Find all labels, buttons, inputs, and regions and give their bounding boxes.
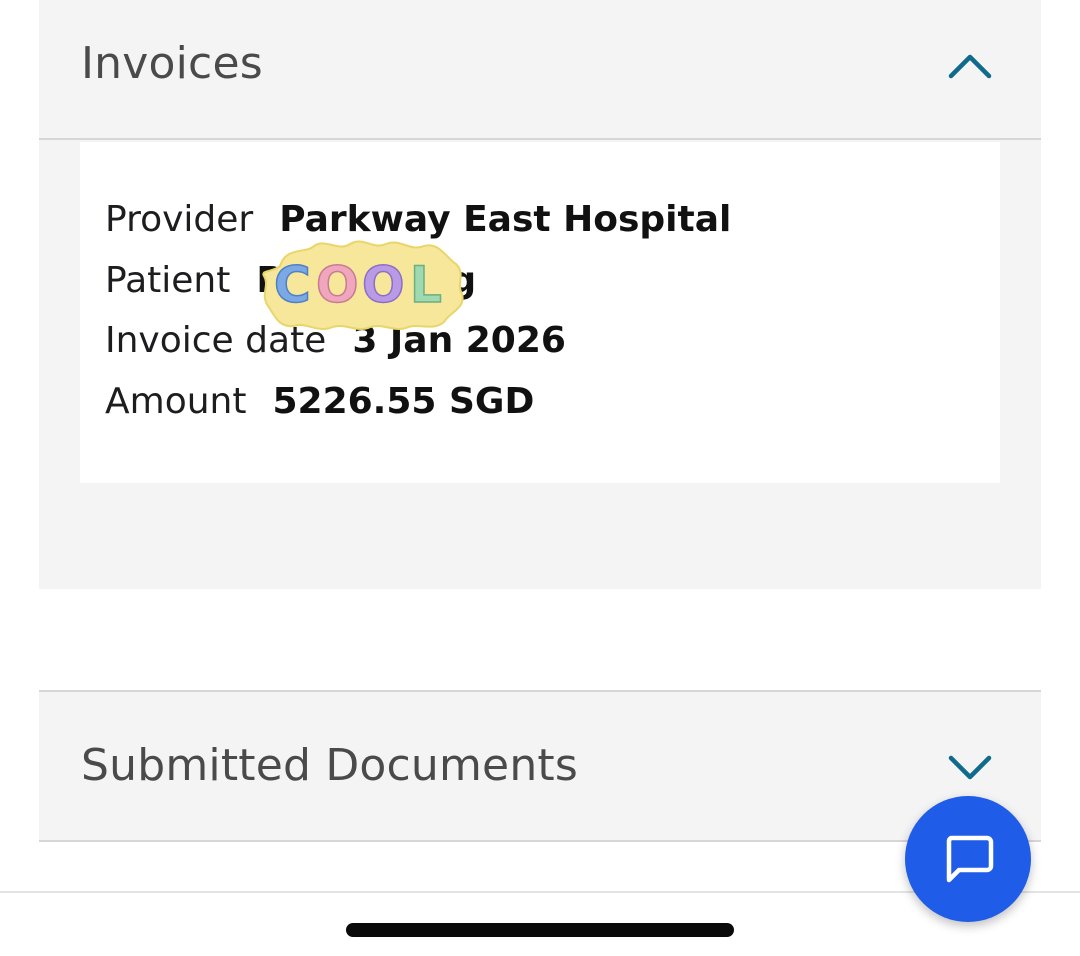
invoice-card[interactable]: ProviderParkway East Hospital PatientPng… — [80, 142, 1000, 483]
svg-text:L: L — [410, 256, 442, 314]
chat-bubble-icon — [946, 835, 994, 883]
chevron-down-icon[interactable] — [947, 754, 993, 784]
patient-label: Patient — [105, 260, 231, 301]
svg-text:O: O — [316, 256, 359, 314]
chevron-up-icon[interactable] — [947, 50, 993, 80]
provider-value: Parkway East Hospital — [279, 199, 732, 240]
svg-text:C: C — [274, 256, 311, 314]
submitted-documents-title: Submitted Documents — [81, 740, 578, 791]
invoices-section: Invoices Provider Parkway East Hospital P… — [39, 0, 1041, 589]
submitted-documents-section: Submitted Documents — [39, 690, 1041, 842]
svg-text:O: O — [362, 256, 405, 314]
invoices-accordion-header[interactable]: Invoices — [39, 0, 1041, 140]
invoices-title: Invoices — [81, 38, 263, 89]
submitted-documents-accordion-header[interactable]: Submitted Documents — [39, 692, 1041, 842]
provider-label: Provider — [105, 199, 254, 240]
amount-label: Amount — [105, 381, 247, 422]
amount-row: Amount 5226.55 SGD — [105, 380, 534, 424]
cool-sticker-icon: C O O L — [262, 240, 464, 330]
chat-button[interactable] — [905, 796, 1031, 922]
amount-value: 5226.55 SGD — [272, 381, 535, 422]
home-indicator[interactable] — [346, 923, 734, 937]
